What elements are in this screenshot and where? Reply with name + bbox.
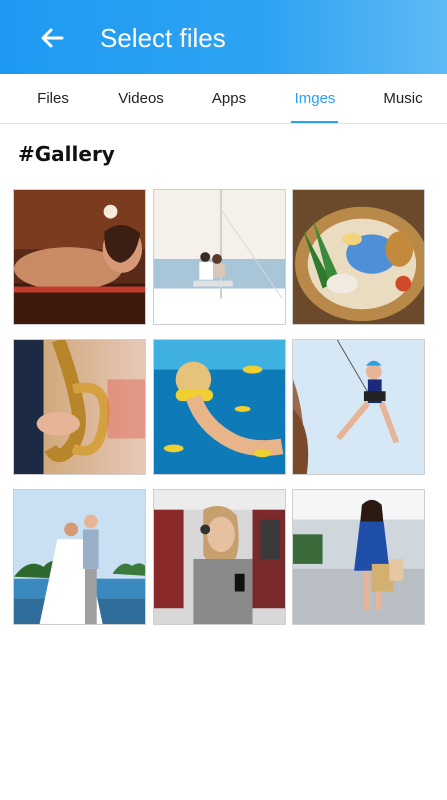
active-tab-indicator [291, 121, 338, 123]
gallery-heading: #Gallery [18, 142, 115, 166]
gallery-image-sailboat[interactable] [153, 189, 286, 325]
gallery-image-saxophone[interactable] [13, 339, 146, 475]
gallery-image-snorkeling[interactable] [153, 339, 286, 475]
gallery-image-airplane[interactable] [153, 489, 286, 625]
tab-music[interactable]: Music [372, 74, 434, 123]
gallery-image-spa[interactable] [13, 189, 146, 325]
page-title: Select files [100, 23, 226, 53]
gallery-image-wedding[interactable] [13, 489, 146, 625]
tab-files[interactable]: Files [22, 74, 84, 123]
tab-bar: Files Videos Apps Imges Music [0, 74, 447, 124]
gallery-image-food[interactable] [292, 189, 425, 325]
tab-apps[interactable]: Apps [198, 74, 260, 123]
back-arrow-icon[interactable] [36, 22, 68, 54]
tab-videos[interactable]: Videos [110, 74, 172, 123]
gallery-image-climbing[interactable] [292, 339, 425, 475]
gallery-image-shopping[interactable] [292, 489, 425, 625]
app-bar: Select files [0, 0, 447, 74]
tab-images[interactable]: Imges [284, 74, 346, 123]
